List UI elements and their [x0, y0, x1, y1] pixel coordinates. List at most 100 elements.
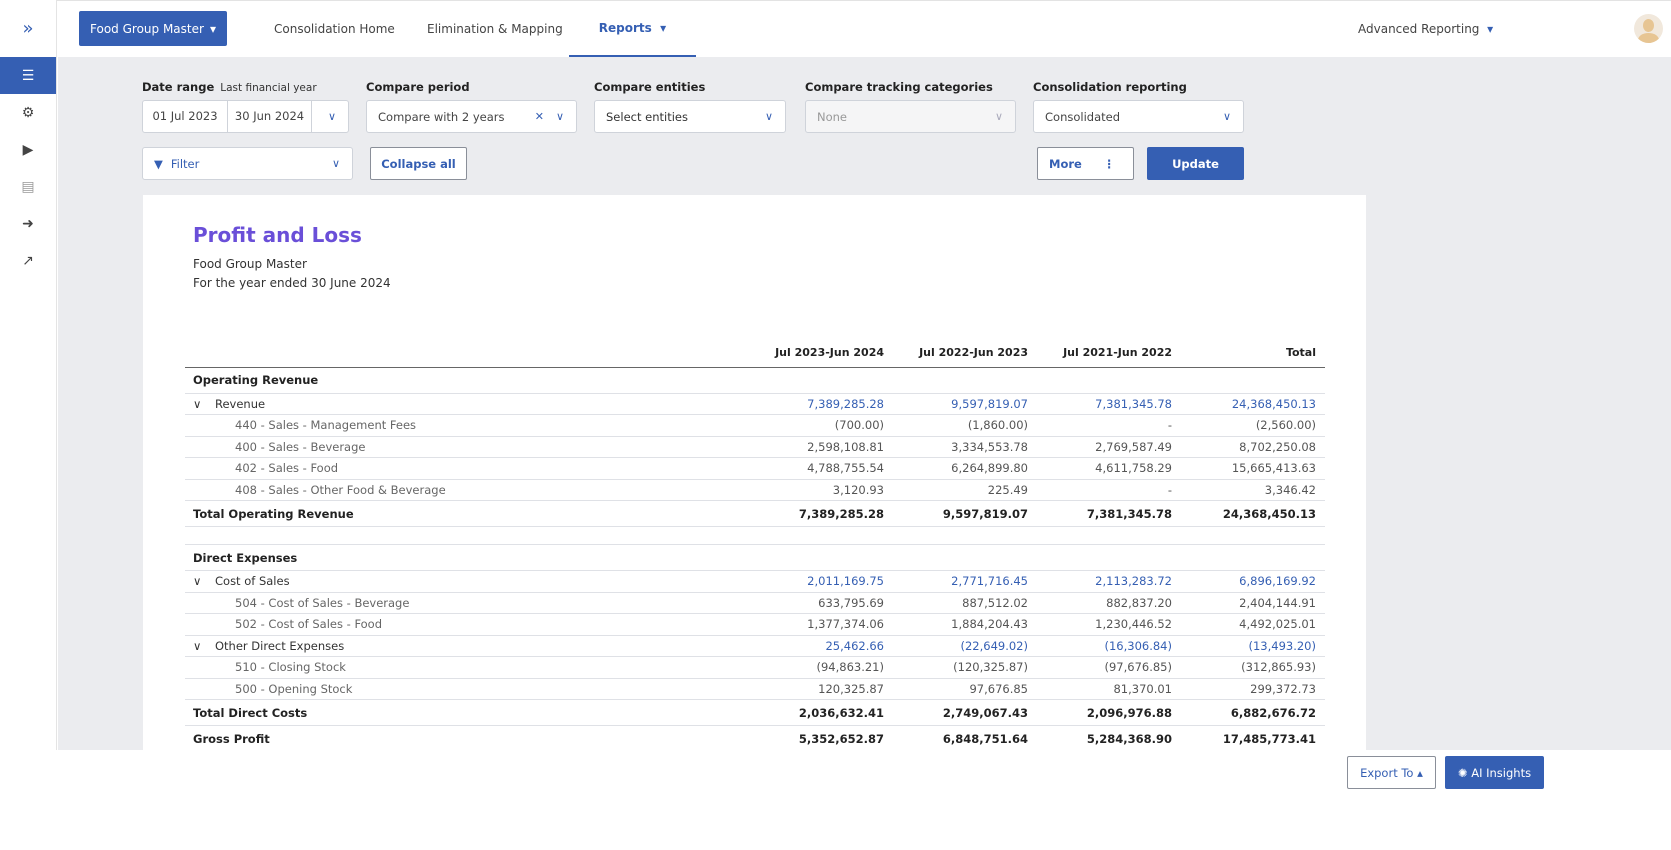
row-value[interactable]: 633,795.69	[749, 592, 893, 614]
row-value[interactable]: 2,769,587.49	[1037, 436, 1181, 458]
row-value[interactable]: (700.00)	[749, 414, 893, 437]
row-value[interactable]: (94,863.21)	[749, 656, 893, 679]
row-value[interactable]: 299,372.73	[1181, 678, 1325, 700]
more-button[interactable]: More ⋮	[1037, 147, 1134, 180]
chevron-down-icon: ∨	[994, 110, 1003, 123]
row-value[interactable]: 4,492,025.01	[1181, 613, 1325, 636]
row-value	[893, 367, 1037, 394]
row-value[interactable]: 882,837.20	[1037, 592, 1181, 614]
cell-text: 2,404,144.91	[1239, 595, 1316, 610]
nav-consolidation-home[interactable]: Consolidation Home	[274, 1, 395, 57]
table-row-item: 500 - Opening Stock 120,325.87 97,676.85 81…	[185, 678, 1325, 700]
compare-entities-select[interactable]: Select entities ∨	[594, 100, 786, 133]
collapse-all-button[interactable]: Collapse all	[370, 147, 467, 180]
row-label: 510 - Closing Stock	[185, 656, 749, 679]
row-value[interactable]: 8,702,250.08	[1181, 436, 1325, 458]
expand-sidebar-icon[interactable]: »	[0, 0, 56, 57]
cell-text: 2,011,169.75	[807, 574, 884, 589]
user-avatar[interactable]	[1634, 14, 1663, 43]
export-to-button[interactable]: Export To ▴	[1347, 756, 1436, 789]
row-value[interactable]: (22,649.02)	[893, 635, 1037, 657]
video-play-icon[interactable]: ▶	[0, 131, 56, 168]
row-label: 402 - Sales - Food	[185, 457, 749, 480]
row-value[interactable]: -	[1037, 414, 1181, 437]
reports-list-icon[interactable]: ☰	[0, 57, 56, 94]
row-value[interactable]: 2,598,108.81	[749, 436, 893, 458]
row-value[interactable]: -	[1037, 479, 1181, 501]
row-value[interactable]: 4,788,755.54	[749, 457, 893, 480]
row-label: ∨ Cost of Sales	[185, 570, 749, 593]
row-value	[1037, 526, 1181, 545]
consolidation-reporting-select[interactable]: Consolidated ∨	[1033, 100, 1244, 133]
external-link-icon[interactable]: ↗	[0, 242, 56, 279]
row-value[interactable]: (2,560.00)	[1181, 414, 1325, 437]
advanced-reporting-dropdown[interactable]: Advanced Reporting ▾	[1358, 1, 1493, 57]
update-button[interactable]: Update	[1147, 147, 1244, 180]
row-label: 500 - Opening Stock	[185, 678, 749, 700]
row-label: Direct Expenses	[185, 544, 749, 571]
row-value[interactable]: 9,597,819.07	[893, 393, 1037, 415]
tracking-categories-select[interactable]: None ∨	[805, 100, 1016, 133]
chevron-down-icon[interactable]: ∨	[193, 639, 215, 653]
chevron-down-icon[interactable]: ∨	[193, 397, 215, 411]
row-value[interactable]: 120,325.87	[749, 678, 893, 700]
row-value[interactable]: 97,676.85	[893, 678, 1037, 700]
table-row-group[interactable]: ∨ Cost of Sales 2,011,169.75 2,771,716.45 2…	[185, 570, 1325, 593]
nav-elimination-mapping[interactable]: Elimination & Mapping	[427, 1, 563, 57]
cell-text: Revenue	[215, 396, 266, 411]
row-value[interactable]: 7,389,285.28	[749, 393, 893, 415]
row-value[interactable]: 25,462.66	[749, 635, 893, 657]
table-row-group[interactable]: ∨ Other Direct Expenses 25,462.66 (22,649.…	[185, 635, 1325, 657]
cell-text: 120,325.87	[818, 681, 884, 696]
row-value[interactable]: (120,325.87)	[893, 656, 1037, 679]
table-row-group[interactable]: ∨ Revenue 7,389,285.28 9,597,819.07 7,381,3…	[185, 393, 1325, 415]
row-value[interactable]: 6,264,899.80	[893, 457, 1037, 480]
row-value[interactable]: (16,306.84)	[1037, 635, 1181, 657]
row-value[interactable]: 3,334,553.78	[893, 436, 1037, 458]
organisation-dropdown[interactable]: Food Group Master ▾	[79, 11, 227, 46]
row-value[interactable]: 7,381,345.78	[1037, 393, 1181, 415]
date-to-input[interactable]: 30 Jun 2024	[228, 101, 312, 132]
chevron-down-icon: ▾	[660, 21, 667, 35]
row-value[interactable]: 15,665,413.63	[1181, 457, 1325, 480]
row-value[interactable]: 1,230,446.52	[1037, 613, 1181, 636]
consolidation-reporting-label: Consolidation reporting	[1033, 80, 1187, 94]
row-value[interactable]: (1,860.00)	[893, 414, 1037, 437]
row-value[interactable]: 2,113,283.72	[1037, 570, 1181, 593]
row-value[interactable]: 2,011,169.75	[749, 570, 893, 593]
row-value[interactable]: 225.49	[893, 479, 1037, 501]
row-value[interactable]: (13,493.20)	[1181, 635, 1325, 657]
ai-insights-button[interactable]: ✺ AI Insights	[1445, 756, 1544, 789]
row-value[interactable]: 6,896,169.92	[1181, 570, 1325, 593]
row-value[interactable]: 2,771,716.45	[893, 570, 1037, 593]
row-value: 17,485,773.41	[1181, 725, 1325, 752]
row-value[interactable]: 1,377,374.06	[749, 613, 893, 636]
cell-text: 4,492,025.01	[1239, 617, 1316, 632]
chevron-down-icon[interactable]: ∨	[328, 110, 336, 123]
row-value[interactable]: 81,370.01	[1037, 678, 1181, 700]
row-value[interactable]: (312,865.93)	[1181, 656, 1325, 679]
compare-period-select[interactable]: Compare with 2 years ✕ ∨	[366, 100, 577, 133]
row-value[interactable]: 887,512.02	[893, 592, 1037, 614]
chevron-down-icon[interactable]: ∨	[193, 574, 215, 588]
sign-in-icon[interactable]: ➜	[0, 205, 56, 242]
table-row-item: 402 - Sales - Food 4,788,755.54 6,264,899.…	[185, 457, 1325, 480]
row-value[interactable]: 3,346.42	[1181, 479, 1325, 501]
row-value[interactable]: (97,676.85)	[1037, 656, 1181, 679]
filter-dropdown[interactable]: ▼ Filter ∨	[142, 147, 353, 180]
row-value[interactable]: 24,368,450.13	[1181, 393, 1325, 415]
row-value[interactable]: 1,884,204.43	[893, 613, 1037, 636]
cell-text: 6,882,676.72	[1230, 705, 1316, 720]
clear-icon[interactable]: ✕	[535, 110, 544, 123]
column-header: Jul 2022-Jun 2023	[893, 340, 1037, 368]
date-from-input[interactable]: 01 Jul 2023	[143, 101, 228, 132]
nav-reports[interactable]: Reports ▾	[569, 1, 696, 57]
row-value[interactable]: 2,404,144.91	[1181, 592, 1325, 614]
compare-period-label: Compare period	[366, 80, 470, 94]
row-value[interactable]: 3,120.93	[749, 479, 893, 501]
row-value[interactable]: 4,611,758.29	[1037, 457, 1181, 480]
document-icon[interactable]: ▤	[0, 168, 56, 205]
date-range-picker[interactable]: 01 Jul 2023 30 Jun 2024 ∨	[142, 100, 349, 133]
settings-gears-icon[interactable]: ⚙	[0, 94, 56, 131]
column-header: Jul 2021-Jun 2022	[1037, 340, 1181, 368]
